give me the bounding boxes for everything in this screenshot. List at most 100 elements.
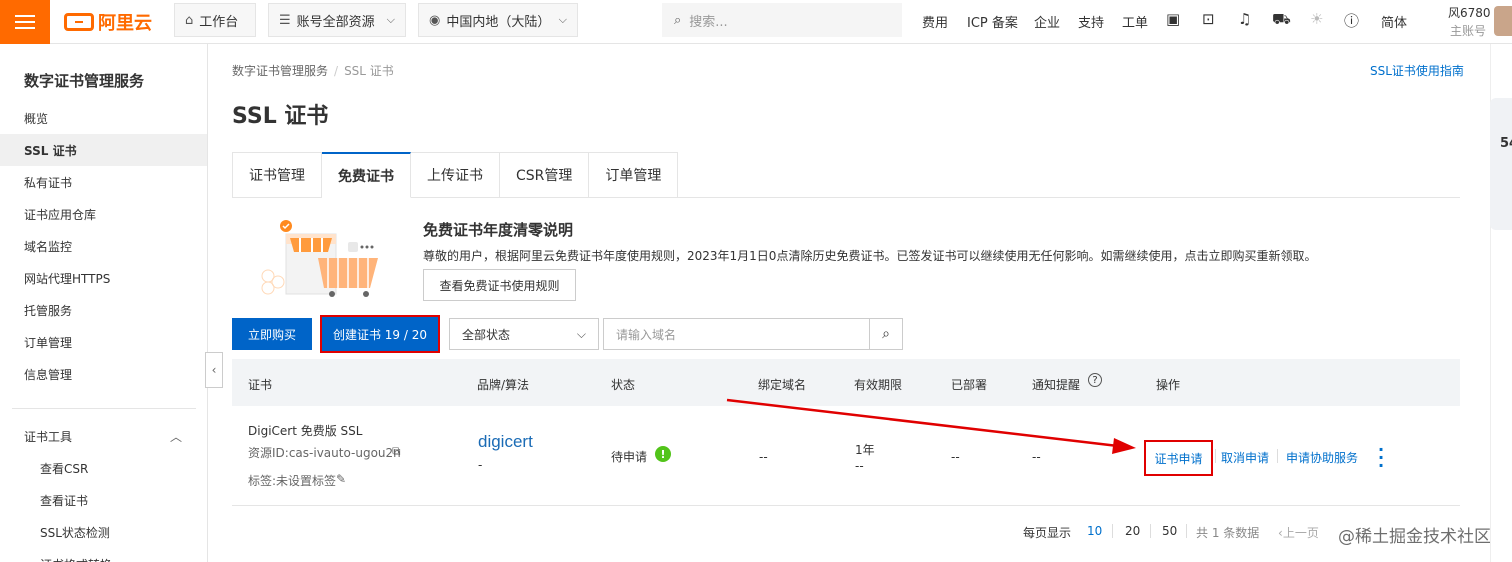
col-domain: 绑定域名 xyxy=(758,378,807,392)
aliyun-logo[interactable]: 阿里云 xyxy=(64,10,152,34)
status-filter-select[interactable]: 全部状态 ⌵ xyxy=(449,318,599,350)
sidebar: 数字证书管理服务 概览 SSL 证书 私有证书 证书应用仓库 域名监控 网站代理… xyxy=(0,44,208,562)
nav-support[interactable]: 支持 xyxy=(1078,12,1104,31)
tab-free-cert[interactable]: 免费证书 xyxy=(322,152,411,198)
sidebar-collapse-button[interactable]: ‹ xyxy=(205,352,223,388)
validity-sub: -- xyxy=(855,459,864,473)
ops-divider xyxy=(1277,449,1278,463)
pagination-divider xyxy=(1186,524,1187,538)
search-button[interactable]: ⌕ xyxy=(869,318,903,350)
sidebar-title: 数字证书管理服务 xyxy=(24,72,145,90)
col-deployed: 已部署 xyxy=(951,378,988,392)
col-ops: 操作 xyxy=(1156,378,1181,392)
sidebar-item-hosting[interactable]: 托管服务 xyxy=(0,294,207,326)
chevron-down-icon: ⌵ xyxy=(576,326,586,341)
buy-now-button[interactable]: 立即购买 xyxy=(232,318,312,350)
global-search-input[interactable]: ⌕ 搜索... xyxy=(662,3,902,37)
layers-icon: ☰ xyxy=(279,12,291,28)
table-header: 证书 品牌/算法 状态 绑定域名 有效期限 已部署 通知提醒 ? 操作 xyxy=(232,359,1460,406)
nav-ticket[interactable]: 工单 xyxy=(1122,12,1148,31)
lightbulb-icon[interactable]: ☀ xyxy=(1310,10,1323,28)
assist-service-link[interactable]: 申请协助服务 xyxy=(1286,449,1358,466)
language-switch[interactable]: 简体 xyxy=(1381,12,1407,31)
region-dropdown[interactable]: ◉ 中国内地（大陆） ⌵ xyxy=(418,3,578,37)
more-vertical-icon[interactable]: · · · xyxy=(1378,442,1384,474)
workbench-button[interactable]: ⌂ 工作台 xyxy=(174,3,256,37)
breadcrumb: 数字证书管理服务 / SSL 证书 xyxy=(232,62,394,79)
notice-text: 尊敬的用户，根据阿里云免费证书年度使用规则，2023年1月1日0点清除历史免费证… xyxy=(423,249,1317,263)
account-resources-dropdown[interactable]: ☰ 账号全部资源 ⌵ xyxy=(268,3,406,37)
search-icon: ⌕ xyxy=(674,12,682,28)
aliyun-logo-icon xyxy=(64,13,94,31)
nav-icp[interactable]: ICP 备案 xyxy=(967,12,1018,31)
cancel-apply-link[interactable]: 取消申请 xyxy=(1221,449,1269,466)
sidebar-item-view-cert[interactable]: 查看证书 xyxy=(0,484,207,516)
sidebar-item-ssl-check[interactable]: SSL状态检测 xyxy=(0,516,207,548)
col-status: 状态 xyxy=(611,378,636,392)
home-icon: ⌂ xyxy=(185,12,194,28)
sidebar-item-orders[interactable]: 订单管理 xyxy=(0,326,207,358)
bell-icon[interactable]: ♫ xyxy=(1238,10,1251,28)
rail-card[interactable] xyxy=(1490,98,1512,230)
nav-enterprise[interactable]: 企业 xyxy=(1034,12,1060,31)
terminal-icon[interactable]: ⊡ xyxy=(1202,10,1215,28)
cart-icon[interactable]: ⛟ xyxy=(1272,10,1291,30)
apply-cert-link[interactable]: 证书申请 xyxy=(1144,440,1213,476)
pagination-divider xyxy=(1150,524,1151,538)
ssl-guide-link[interactable]: SSL证书使用指南 xyxy=(1370,62,1464,79)
app-icon[interactable]: ▣ xyxy=(1166,10,1180,28)
cert-tag: 标签:未设置标签 xyxy=(248,474,337,488)
tab-divider xyxy=(673,197,1460,198)
prev-page-button[interactable]: ‹上一页 xyxy=(1278,524,1319,541)
help-icon[interactable]: ? xyxy=(1088,373,1102,387)
sidebar-group-tools[interactable]: 证书工具 ︿ xyxy=(0,420,207,452)
avatar[interactable] xyxy=(1494,6,1512,36)
notice-title: 免费证书年度清零说明 xyxy=(423,221,574,239)
sidebar-item-ssl[interactable]: SSL 证书 xyxy=(0,134,207,166)
copy-icon[interactable]: ⧉ xyxy=(392,444,401,459)
domain-search-input[interactable]: 请输入域名 xyxy=(603,318,870,350)
tab-order-management[interactable]: 订单管理 xyxy=(589,152,679,198)
breadcrumb-root[interactable]: 数字证书管理服务 xyxy=(232,64,328,78)
resource-id: 资源ID:cas-ivauto-ugou2n xyxy=(248,446,401,460)
tab-upload-cert[interactable]: 上传证书 xyxy=(411,152,500,198)
total-count: 共 1 条数据 xyxy=(1196,526,1260,540)
nav-billing[interactable]: 费用 xyxy=(922,12,948,31)
sidebar-item-domain-monitor[interactable]: 域名监控 xyxy=(0,230,207,262)
rail-number: 54 xyxy=(1500,136,1512,151)
sidebar-item-repository[interactable]: 证书应用仓库 xyxy=(0,198,207,230)
page-size-10[interactable]: 10 xyxy=(1087,524,1102,538)
sidebar-item-private[interactable]: 私有证书 xyxy=(0,166,207,198)
breadcrumb-current: SSL 证书 xyxy=(344,64,394,78)
menu-icon[interactable] xyxy=(0,0,50,44)
tab-csr-management[interactable]: CSR管理 xyxy=(500,152,590,198)
edit-icon[interactable]: ✎ xyxy=(336,472,346,486)
help-icon[interactable]: ⓘ xyxy=(1344,10,1359,31)
col-notify: 通知提醒 xyxy=(1032,378,1081,392)
create-cert-button[interactable]: 创建证书 19 / 20 xyxy=(320,315,440,353)
user-name[interactable]: 风6780 xyxy=(1448,4,1491,21)
digicert-logo: digicert xyxy=(478,432,533,451)
tab-cert-management[interactable]: 证书管理 xyxy=(232,152,322,198)
validity: 1年 xyxy=(855,443,875,457)
location-icon: ◉ xyxy=(429,12,441,28)
page-size-20[interactable]: 20 xyxy=(1125,524,1140,538)
sidebar-item-overview[interactable]: 概览 xyxy=(0,102,207,134)
sidebar-item-proxy-https[interactable]: 网站代理HTTPS xyxy=(0,262,207,294)
sidebar-item-format-convert[interactable]: 证书格式转换 xyxy=(0,548,207,562)
view-rules-button[interactable]: 查看免费证书使用规则 xyxy=(423,269,576,301)
sidebar-divider xyxy=(12,408,196,409)
watermark: @稀土掘金技术社区 xyxy=(1338,527,1491,547)
pagination-divider xyxy=(1112,524,1113,538)
chevron-down-icon: ⌵ xyxy=(386,13,395,26)
sidebar-item-view-csr[interactable]: 查看CSR xyxy=(0,452,207,484)
page-title: SSL 证书 xyxy=(232,104,329,129)
ops-divider xyxy=(1215,449,1216,463)
page-size-50[interactable]: 50 xyxy=(1162,524,1177,538)
deployed: -- xyxy=(951,450,960,464)
top-bar: 阿里云 ⌂ 工作台 ☰ 账号全部资源 ⌵ ◉ 中国内地（大陆） ⌵ ⌕ 搜索... 费用 I… xyxy=(0,0,1512,44)
tab-bar: 证书管理 免费证书 上传证书 CSR管理 订单管理 xyxy=(232,152,679,198)
breadcrumb-separator: / xyxy=(334,64,339,78)
sidebar-item-info[interactable]: 信息管理 xyxy=(0,358,207,390)
search-icon: ⌕ xyxy=(882,326,890,342)
